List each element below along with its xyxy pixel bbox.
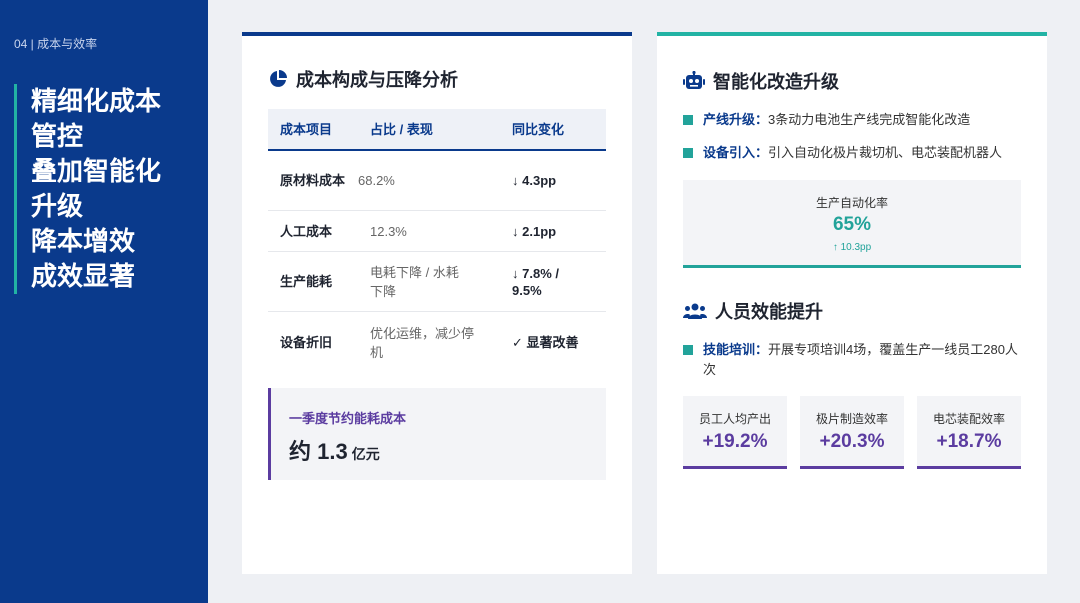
change-value: 4.3pp	[522, 173, 557, 188]
arrow-down-icon: ↓	[512, 173, 519, 188]
automation-delta-value: 10.3pp	[840, 242, 872, 253]
arrow-up-icon: ↑	[832, 242, 838, 253]
robot-icon	[683, 71, 705, 89]
bullet-text: 产线升级：3条动力电池生产线完成智能化改造	[703, 110, 970, 130]
smart-card-title: 智能化改造升级	[683, 68, 839, 94]
metric-card: 电芯装配效率 +18.7%	[917, 396, 1021, 469]
table-row: 生产能耗 电耗下降 / 水耗下降 ↓ 7.8% / 9.5%	[268, 252, 606, 312]
bullet-key: 设备引入：	[703, 145, 769, 160]
item-cell: 原材料成本	[280, 173, 346, 188]
table-row: 原材料成本 68.2% ↓ 4.3pp	[268, 151, 606, 211]
table-header: 成本项目 占比 / 表现 同比变化	[268, 109, 606, 151]
change-cell: ✓ 显著改善	[500, 334, 606, 351]
bullet-key: 产线升级：	[703, 112, 769, 127]
table-row: 人工成本 12.3% ↓ 2.1pp	[268, 211, 606, 252]
headline: 精细化成本 管控 叠加智能化 升级 降本增效 成效显著	[14, 84, 161, 294]
share-cell: 电耗下降 / 水耗下降	[370, 264, 459, 299]
share-cell: 12.3%	[370, 223, 407, 239]
bullet-text: 设备引入：引入自动化极片裁切机、电芯装配机器人	[703, 143, 1002, 163]
metric-value: +19.2%	[702, 431, 768, 452]
staff-title-text: 人员效能提升	[715, 302, 823, 322]
savings-unit: 亿元	[351, 446, 380, 462]
smart-card-title-text: 智能化改造升级	[713, 72, 839, 92]
item-cell: 人工成本	[280, 223, 333, 239]
savings-label: 一季度节约能耗成本	[289, 411, 407, 426]
headline-line: 叠加智能化	[31, 156, 162, 186]
automation-rate-box: 生产自动化率 65% ↑ 10.3pp	[683, 180, 1021, 268]
change-cell: ↓ 4.3pp	[500, 172, 606, 189]
header-cell: 占比 / 表现	[370, 121, 433, 137]
check-icon: ✓	[512, 335, 523, 350]
bullet-key: 技能培训：	[703, 342, 769, 357]
savings-callout: 一季度节约能耗成本 约 1.3 亿元	[268, 388, 606, 480]
change-cell: ↓ 2.1pp	[500, 223, 606, 240]
headline-line: 降本增效	[31, 226, 136, 256]
item-cell: 生产能耗	[280, 274, 333, 289]
headline-line: 精细化成本	[31, 86, 162, 116]
share-cell: 68.2%	[358, 173, 395, 188]
bullet-marker	[683, 148, 693, 158]
headline-line: 管控	[31, 121, 84, 151]
sidebar: 04 | 成本与效率 精细化成本 管控 叠加智能化 升级 降本增效 成效显著	[0, 0, 208, 603]
bullet-marker	[683, 115, 693, 125]
arrow-down-icon: ↓	[512, 265, 519, 281]
bullet-item: 技能培训：开展专项培训4场，覆盖生产一线员工280人次	[683, 340, 1023, 380]
change-value: 2.1pp	[522, 223, 557, 239]
savings-number: 约 1.3	[289, 439, 348, 464]
bullet-value: 引入自动化极片裁切机、电芯装配机器人	[768, 145, 1003, 160]
section-label: 04 | 成本与效率	[14, 37, 98, 51]
cost-analysis-card: 成本构成与压降分析 成本项目 占比 / 表现 同比变化 原材料成本 68.2% …	[242, 32, 632, 574]
pie-chart-icon	[270, 70, 287, 87]
smart-upgrade-card: 智能化改造升级 产线升级：3条动力电池生产线完成智能化改造 设备引入：引入自动化…	[657, 32, 1047, 574]
bullet-item: 设备引入：引入自动化极片裁切机、电芯装配机器人	[683, 143, 1023, 163]
metric-value: +18.7%	[936, 431, 1002, 452]
metric-card: 员工人均产出 +19.2%	[683, 396, 787, 469]
headline-line: 升级	[31, 191, 84, 221]
bullet-text: 技能培训：开展专项培训4场，覆盖生产一线员工280人次	[703, 340, 1023, 380]
metric-card: 极片制造效率 +20.3%	[800, 396, 904, 469]
automation-delta: ↑ 10.3pp	[683, 242, 1021, 253]
metric-label: 电芯装配效率	[932, 412, 1005, 426]
automation-label: 生产自动化率	[815, 196, 888, 210]
cost-table: 成本项目 占比 / 表现 同比变化 原材料成本 68.2% ↓ 4.3pp 人工…	[268, 109, 606, 373]
savings-value: 约 1.3 亿元	[289, 434, 380, 466]
share-cell: 优化运维，减少停机	[370, 325, 475, 360]
automation-value: 65%	[832, 214, 872, 235]
metric-value: +20.3%	[819, 431, 885, 452]
metric-label: 极片制造效率	[815, 412, 888, 426]
change-value: 显著改善	[526, 335, 579, 350]
headline-line: 成效显著	[31, 261, 136, 291]
users-icon	[683, 303, 707, 319]
arrow-down-icon: ↓	[512, 223, 519, 239]
bullet-value: 3条动力电池生产线完成智能化改造	[768, 112, 971, 127]
item-cell: 设备折旧	[280, 335, 333, 350]
change-cell: ↓ 7.8% / 9.5%	[500, 265, 606, 299]
cost-card-title: 成本构成与压降分析	[268, 66, 458, 92]
change-value: 7.8% / 9.5%	[512, 265, 559, 298]
bullet-marker	[683, 345, 693, 355]
bullet-item: 产线升级：3条动力电池生产线完成智能化改造	[683, 110, 1023, 130]
staff-title: 人员效能提升	[683, 298, 823, 324]
table-row: 设备折旧 优化运维，减少停机 ✓ 显著改善	[268, 312, 606, 373]
metric-label: 员工人均产出	[698, 412, 771, 426]
header-cell: 成本项目	[280, 121, 333, 137]
cost-card-title-text: 成本构成与压降分析	[296, 70, 458, 90]
header-cell: 同比变化	[512, 121, 565, 137]
